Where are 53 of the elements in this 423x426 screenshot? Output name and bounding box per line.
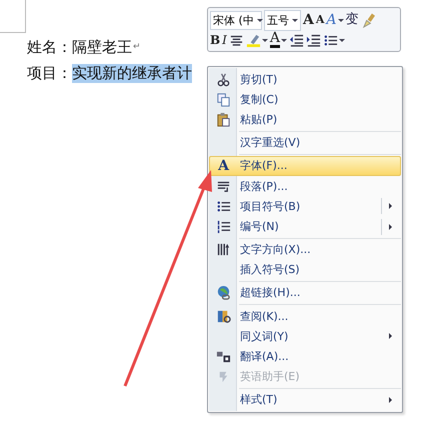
- menu-item[interactable]: 复制(C): [209, 89, 401, 110]
- text-effect-button[interactable]: A: [326, 12, 337, 28]
- menu-item[interactable]: A 字体(F)...: [209, 156, 401, 176]
- field-value: 隔壁老王: [72, 38, 132, 56]
- brush-icon[interactable]: [360, 12, 376, 28]
- dropdown-caret-icon[interactable]: [339, 38, 346, 42]
- book-icon: [216, 308, 231, 324]
- paragraph-mark: ↵: [133, 42, 141, 52]
- numbered-list-icon: [216, 219, 231, 234]
- font-dropdown[interactable]: 宋体 (中: [210, 10, 262, 30]
- submenu-arrow-icon: [389, 224, 392, 230]
- dropdown-caret-icon[interactable]: [338, 18, 344, 22]
- selected-text: 实现新的继承者计: [72, 64, 192, 82]
- page-corner-mark: [0, 0, 26, 33]
- menu-item[interactable]: 段落(P)...: [209, 176, 401, 196]
- font-color-button[interactable]: A: [270, 32, 280, 48]
- field-label: 姓名：: [27, 38, 72, 56]
- menu-item[interactable]: 查阅(K)...: [209, 306, 401, 326]
- clipboard-icon: [216, 112, 231, 128]
- copy-icon: [216, 92, 231, 107]
- dropdown-caret-icon[interactable]: [262, 38, 268, 42]
- menu-item[interactable]: 同义词(Y): [209, 326, 401, 346]
- submenu-arrow-icon: [389, 333, 392, 340]
- menu-item[interactable]: 剪切(T): [209, 69, 401, 90]
- italic-button[interactable]: I: [222, 32, 227, 48]
- menu-item[interactable]: 编号(N): [209, 216, 401, 237]
- font-glyph-icon: A: [218, 158, 229, 174]
- shrink-font-button[interactable]: A: [316, 12, 324, 28]
- menu-item[interactable]: 文字方向(X)...: [209, 240, 401, 260]
- menu-item[interactable]: 汉字重选(V): [209, 132, 401, 153]
- phonetic-guide-button[interactable]: 变: [346, 12, 359, 28]
- menu-item[interactable]: 粘贴(P): [209, 109, 401, 130]
- indent-icon[interactable]: [306, 32, 322, 48]
- menu-item[interactable]: 插入符号(S): [209, 260, 401, 280]
- bulleted-list-icon: [216, 198, 231, 214]
- globe-link-icon: [216, 285, 231, 300]
- menu-item: 英语助手(E): [209, 366, 401, 387]
- scissors-icon: [216, 72, 231, 87]
- submenu-arrow-icon: [389, 396, 392, 403]
- translate-icon: [216, 349, 231, 364]
- submenu-arrow-icon: [389, 203, 392, 210]
- menu-item[interactable]: 样式(T): [209, 390, 401, 410]
- font-size-dropdown[interactable]: 五号: [264, 10, 301, 30]
- menu-item[interactable]: 项目符号(B): [209, 196, 401, 216]
- field-label: 项目：: [27, 64, 72, 82]
- menu-item[interactable]: 翻译(A)...: [209, 346, 401, 367]
- menu-item[interactable]: 超链接(H)...: [209, 282, 401, 304]
- text-direction-icon: [216, 242, 231, 258]
- dropdown-caret-icon[interactable]: [281, 38, 288, 42]
- outdent-icon[interactable]: [289, 32, 304, 48]
- bold-button[interactable]: B: [210, 32, 220, 48]
- grow-font-button[interactable]: A: [303, 12, 314, 28]
- bulleted-list-icon[interactable]: [323, 32, 338, 48]
